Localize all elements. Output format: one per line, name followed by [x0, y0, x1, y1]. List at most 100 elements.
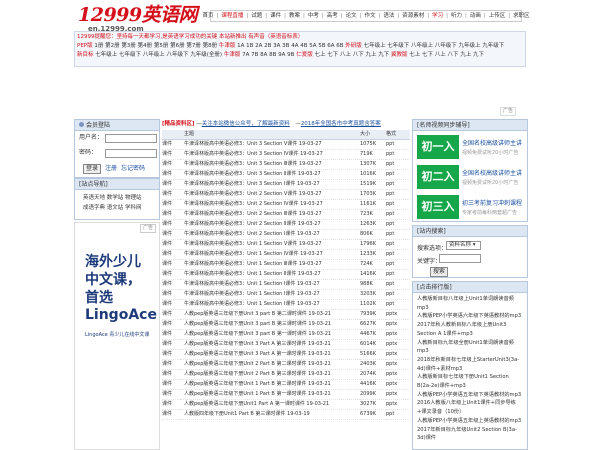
table-row[interactable]: 课件 人教pep版英语三年级下册Unit 3 part B 第二课时课件 19-0… [162, 309, 410, 320]
hot-list-item[interactable]: 人教新目标九年级全册Unit1单词朗读音频mp3 [417, 339, 523, 356]
row-title[interactable]: 人教pep版英语三年级下册Unit 1 Part B 第二课时课件 19-03-… [184, 381, 331, 387]
row-title[interactable]: 牛津译林版高中英语必修3：Unit 1 Section Ⅰ课件 19-03-27 [184, 281, 320, 287]
lingoace-ad[interactable]: 海外少儿 中文课， 首选 LingoAce LingoAce 青少儿在线中文课 [74, 222, 160, 450]
table-row[interactable]: 课件 人教pep版英语三年级下册Unit 1 Part B 第二课时课件 19-0… [162, 379, 410, 390]
row-title[interactable]: 牛津译林版高中英语必修3：Unit 1 Section Ⅴ课件 19-03-27 [184, 241, 322, 247]
hot-list-item[interactable]: 人教版PEP小学英语五年级上英语教材的mp3 [417, 417, 523, 426]
nav-item[interactable]: 学习 [432, 11, 443, 21]
hot-list-item[interactable]: 2017年秋人教新目标八年级上册Unit3 Section A 1课件+mp3 [417, 321, 523, 338]
nav-item[interactable]: 高考 [327, 11, 338, 21]
table-row[interactable]: 课件 牛津译林版高中英语必修3：Unit 1 Section Ⅴ课件 19-03-… [162, 239, 410, 250]
table-row[interactable]: 课件 牛津译林版高中英语必修3：Unit 2 Section Ⅲ课件 19-03-… [162, 209, 410, 220]
table-row[interactable]: 课件 牛津译林版高中英语必修3：Unit 1 Section Ⅱ课件 19-03-… [162, 269, 410, 280]
row-title[interactable]: 牛津译林版高中英语必修3：Unit 3 Section Ⅴ课件 19-03-27 [184, 141, 322, 147]
table-row[interactable]: 课件 人教版四年级下册Unit1 Part B 第三课时课件 19-03-19 67… [162, 409, 410, 420]
site-nav-links-2[interactable]: 成语字典 语文站 学科网 [83, 203, 151, 213]
table-row[interactable]: 课件 人教pep版英语三年级下册Unit 3 part B 第一课时课件 19-0… [162, 329, 410, 340]
nav-item[interactable]: 上传区 [489, 11, 506, 21]
table-row[interactable]: 课件 牛津译林版高中英语必修3：Unit 3 Section Ⅰ课件 19-03-… [162, 179, 410, 190]
row-title[interactable]: 牛津译林版高中英语必修3：Unit 3 Section Ⅱ课件 19-03-27 [184, 171, 321, 177]
row-title[interactable]: 牛津译林版高中英语必修3：Unit 1 Section Ⅰ课件 19-03-27 [184, 301, 320, 307]
forgot-password-link[interactable]: 忘记密码 [121, 165, 145, 173]
grade-links-row-2[interactable]: 新目标 七年级上 七年级下 八年级上 八年级下 九年级(全册) 牛津版 7A 7… [77, 51, 523, 60]
row-title[interactable]: 牛津译林版高中英语必修3：Unit 1 Section Ⅰ课件 19-03-27 [184, 291, 320, 297]
table-row[interactable]: 课件 人教pep版英语三年级下册Unit 2 Part B 第三课时课件 19-0… [162, 369, 410, 380]
hot-list-item[interactable]: 2017年新目标九年级Unit2 Section B(3a-3d)课件 [417, 426, 523, 443]
nav-item[interactable]: 教案 [289, 11, 300, 21]
exam-link[interactable]: 2018年全国各市中考真题含答案 [301, 121, 381, 127]
table-row[interactable]: 课件 人教pep版英语三年级下册Unit 1 Part B 第一课时课件 19-0… [162, 389, 410, 400]
table-row[interactable]: 课件 人教pep版英语三年级下册Unit 3 part B 第三课时课件 19-0… [162, 319, 410, 330]
row-title[interactable]: 牛津译林版高中英语必修3：Unit 3 Section Ⅲ课件 19-03-27 [184, 161, 322, 167]
table-row[interactable]: 课件 人教pep版英语三年级下册Unit 3 Part A 第一课时课件 19-0… [162, 349, 410, 360]
nav-item[interactable]: 课件 [270, 11, 281, 21]
grade8-entry[interactable]: 初二入口 全国名校高级讲师主讲 视频免费试听20小时广告 [417, 165, 525, 207]
table-row[interactable]: 课件 牛津译林版高中英语必修3：Unit 3 Section Ⅱ课件 19-03-… [162, 169, 410, 180]
table-row[interactable]: 课件 牛津译林版高中英语必修3：Unit 3 Section Ⅳ课件 19-03-… [162, 149, 410, 160]
row-title[interactable]: 人教pep版英语三年级下册Unit 3 part B 第一课时课件 19-03-… [184, 331, 331, 337]
hot-list-item[interactable]: 2018年秋新目标七年级上StarterUnit3(3a-4d)课件+素材mp3 [417, 356, 523, 373]
row-title[interactable]: 牛津译林版高中英语必修3：Unit 2 Section Ⅳ课件 19-03-27 [184, 201, 323, 207]
table-row[interactable]: 课件 牛津译林版高中英语必修3：Unit 2 Section Ⅳ课件 19-03-… [162, 199, 410, 210]
nav-item[interactable]: 试题 [251, 11, 262, 21]
row-title[interactable]: 牛津译林版高中英语必修3：Unit 3 Section Ⅳ课件 19-03-27 [184, 151, 323, 157]
row-title[interactable]: 人教版四年级下册Unit1 Part B 第三课时课件 19-03-19 [184, 411, 310, 417]
row-title[interactable]: 牛津译林版高中英语必修3：Unit 1 Section Ⅱ课件 19-03-27 [184, 271, 321, 277]
register-link[interactable]: 注册 [105, 165, 117, 173]
hot-list-item[interactable]: 人教版新目标七年级下册Unit1 Section B(2a-2e)课件+mp3 [417, 373, 523, 390]
grade7-button[interactable]: 初一入口 [417, 135, 459, 177]
row-title[interactable]: 牛津译林版高中英语必修3：Unit 2 Section Ⅲ课件 19-03-27 [184, 211, 322, 217]
row-title[interactable]: 人教pep版英语三年级下册Unit 3 part B 第三课时课件 19-03-… [184, 321, 331, 327]
site-nav-links-1[interactable]: 英语天地 数学站 物理站 [83, 193, 151, 203]
row-title[interactable]: 人教pep版英语三年级下册Unit1 Part A 第一课时课件 19-03-2… [184, 401, 329, 407]
table-row[interactable]: 课件 人教pep版英语三年级下册Unit 2 Part B 第二课时课件 19-0… [162, 359, 410, 370]
row-title[interactable]: 牛津译林版高中英语必修3：Unit 1 Section Ⅳ课件 19-03-27 [184, 251, 323, 257]
password-input[interactable] [105, 149, 157, 158]
nav-item[interactable]: 课程直播 [221, 11, 243, 21]
nav-item[interactable]: 首页 [202, 11, 213, 21]
row-title[interactable]: 牛津译林版高中英语必修3：Unit 2 Section Ⅰ课件 19-03-27 [184, 231, 320, 237]
table-row[interactable]: 课件 牛津译林版高中英语必修3：Unit 3 Section Ⅲ课件 19-03-… [162, 159, 410, 170]
grade9-title[interactable]: 初三考前复习冲刺课程 [462, 198, 522, 207]
table-row[interactable]: 课件 人教pep版英语三年级下册Unit1 Part A 第一课时课件 19-03… [162, 399, 410, 410]
table-row[interactable]: 课件 牛津译林版高中英语必修3：Unit 1 Section Ⅳ课件 19-03-… [162, 249, 410, 260]
nav-item[interactable]: 中考 [308, 11, 319, 21]
row-title[interactable]: 牛津译林版高中英语必修3：Unit 1 Section Ⅲ课件 19-03-27 [184, 261, 322, 267]
search-button[interactable]: 搜索 [430, 267, 448, 277]
row-title[interactable]: 人教pep版英语三年级下册Unit 3 part B 第二课时课件 19-03-… [184, 311, 331, 317]
nav-item[interactable]: 作文 [364, 11, 375, 21]
nav-item[interactable]: 资源素材 [402, 11, 424, 21]
ad-close-label[interactable]: 广告 [140, 224, 157, 233]
site-logo[interactable]: 12999英语网 [78, 5, 198, 25]
hot-list-item[interactable]: 人教版新目标八年级上Unit1单词朗读音频mp3 [417, 295, 523, 312]
nav-item[interactable]: 求职区 [513, 11, 530, 21]
row-title[interactable]: 牛津译林版高中英语必修3：Unit 2 Section Ⅱ课件 19-03-27 [184, 221, 321, 227]
table-row[interactable]: 课件 牛津译林版高中英语必修3：Unit 1 Section Ⅰ课件 19-03-… [162, 289, 410, 300]
hot-list-item[interactable]: 人教版PEP小学英语六年级下英语教材的mp3 [417, 312, 523, 321]
row-title[interactable]: 人教pep版英语三年级下册Unit 2 Part B 第二课时课件 19-03-… [184, 361, 331, 367]
row-title[interactable]: 牛津译林版高中英语必修3：Unit 2 Section Ⅴ课件 19-03-27 [184, 191, 322, 197]
grade7-title[interactable]: 全国名校高级讲师主讲 [462, 138, 522, 147]
table-row[interactable]: 课件 牛津译林版高中英语必修3：Unit 2 Section Ⅴ课件 19-03-… [162, 189, 410, 200]
row-title[interactable]: 人教pep版英语三年级下册Unit 3 Part A 第三课时课件 19-03-… [184, 341, 331, 347]
table-row[interactable]: 课件 人教pep版英语三年级下册Unit 3 Part A 第三课时课件 19-0… [162, 339, 410, 350]
row-title[interactable]: 人教pep版英语三年级下册Unit 3 Part A 第一课时课件 19-03-… [184, 351, 331, 357]
table-row[interactable]: 课件 牛津译林版高中英语必修3：Unit 2 Section Ⅰ课件 19-03-… [162, 229, 410, 240]
keyword-input[interactable] [439, 254, 481, 263]
username-input[interactable] [105, 134, 157, 143]
row-title[interactable]: 人教pep版英语三年级下册Unit 2 Part B 第三课时课件 19-03-… [184, 371, 331, 377]
grade9-button[interactable]: 初三入口 [417, 195, 459, 237]
row-title[interactable]: 人教pep版英语三年级下册Unit 1 Part B 第一课时课件 19-03-… [184, 391, 331, 397]
hot-list-item[interactable]: 人教版PEP小学英语五年级下英语教材的mp3 [417, 391, 523, 400]
nav-item[interactable]: 动画 [470, 11, 481, 21]
grade8-title[interactable]: 全国名校高级讲师主讲 [462, 168, 522, 177]
grade-links-row-1[interactable]: PEP版 1册 第2册 第3册 第4册 第5册 第6册 第7册 第8册 牛津版 … [77, 42, 523, 51]
row-title[interactable]: 牛津译林版高中英语必修3：Unit 3 Section Ⅰ课件 19-03-27 [184, 181, 320, 187]
table-row[interactable]: 课件 牛津译林版高中英语必修3：Unit 1 Section Ⅰ课件 19-03-… [162, 279, 410, 290]
table-row[interactable]: 课件 牛津译林版高中英语必修3：Unit 1 Section Ⅰ课件 19-03-… [162, 299, 410, 310]
table-row[interactable]: 课件 牛津译林版高中英语必修3：Unit 2 Section Ⅱ课件 19-03-… [162, 219, 410, 230]
hot-list-item[interactable]: 2016人教版八年级上Unit1课件+同步导练+课文录音（10份） [417, 399, 523, 416]
table-row[interactable]: 课件 牛津译林版高中英语必修3：Unit 3 Section Ⅴ课件 19-03-… [162, 139, 410, 150]
nav-item[interactable]: 语法 [383, 11, 394, 21]
search-type-select[interactable]: 资料名称 ▾ [446, 241, 481, 250]
